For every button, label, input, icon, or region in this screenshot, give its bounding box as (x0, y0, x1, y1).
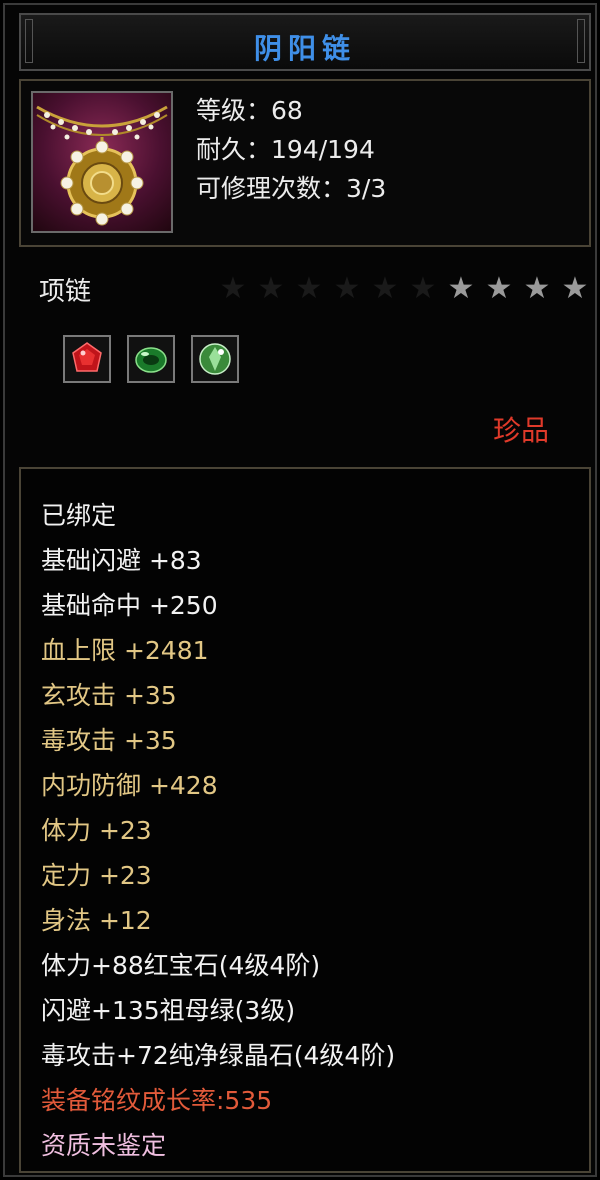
green-crystal-gem-icon[interactable] (191, 335, 239, 383)
star-filled-icon: ★ (523, 271, 551, 306)
star-empty-icon: ★ (371, 271, 399, 306)
star-empty-icon: ★ (409, 271, 437, 306)
attribute-line: 内功防御 +428 (41, 771, 218, 800)
attribute-line: 基础闪避 +83 (41, 546, 202, 575)
item-tooltip: 阴阳链 等级：68 耐久：194/194 可修理次数：3/3 项链 ★ ★ ★ … (3, 3, 597, 1177)
star-empty-icon: ★ (257, 271, 285, 306)
star-filled-icon: ★ (561, 271, 589, 306)
attribute-line: 已绑定 (41, 501, 117, 530)
attribute-line: 定力 +23 (41, 861, 152, 890)
title-bar: 阴阳链 (19, 13, 591, 71)
attribute-line: 装备铭纹成长率:535 (41, 1086, 273, 1115)
attributes-panel: 已绑定基础闪避 +83 基础命中 +250 血上限 +2481 玄攻击 +35 毒攻击 … (19, 467, 591, 1173)
attribute-line: 血上限 +2481 (41, 636, 209, 665)
gem-sockets (63, 335, 239, 383)
attribute-line: 玄攻击 +35 (41, 681, 177, 710)
star-empty-icon: ★ (219, 271, 247, 306)
item-header-panel: 等级：68 耐久：194/194 可修理次数：3/3 (19, 79, 591, 247)
attribute-line: 闪避+135祖母绿(3级) (41, 996, 296, 1025)
attribute-line: 毒攻击 +35 (41, 726, 177, 755)
star-filled-icon: ★ (485, 271, 513, 306)
attribute-line: 体力+88红宝石(4级4阶) (41, 951, 321, 980)
ruby-gem-icon[interactable] (63, 335, 111, 383)
item-base-stats: 等级：68 耐久：194/194 可修理次数：3/3 (196, 91, 386, 208)
attribute-line: 毒攻击+72纯净绿晶石(4级4阶) (41, 1041, 396, 1070)
star-empty-icon: ★ (295, 271, 323, 306)
item-type: 项链 (39, 277, 92, 307)
star-filled-icon: ★ (447, 271, 475, 306)
star-empty-icon: ★ (333, 271, 361, 306)
attribute-line: 资质未鉴定 (41, 1131, 167, 1160)
emerald-gem-icon[interactable] (127, 335, 175, 383)
level-requirement: 等级：68 (196, 96, 303, 125)
attribute-list: 已绑定基础闪避 +83 基础命中 +250 血上限 +2481 玄攻击 +35 毒攻击 … (41, 493, 395, 1168)
rarity-label: 珍品 (492, 414, 549, 447)
star-rating: ★ ★ ★ ★ ★ ★ ★ ★ ★ ★ (217, 271, 591, 307)
necklace-icon (31, 91, 173, 233)
item-name: 阴阳链 (253, 32, 356, 65)
attribute-line: 基础命中 +250 (41, 591, 218, 620)
attribute-line: 身法 +12 (41, 906, 152, 935)
repair-count: 可修理次数：3/3 (196, 174, 387, 203)
durability: 耐久：194/194 (196, 135, 375, 164)
attribute-line: 体力 +23 (41, 816, 152, 845)
